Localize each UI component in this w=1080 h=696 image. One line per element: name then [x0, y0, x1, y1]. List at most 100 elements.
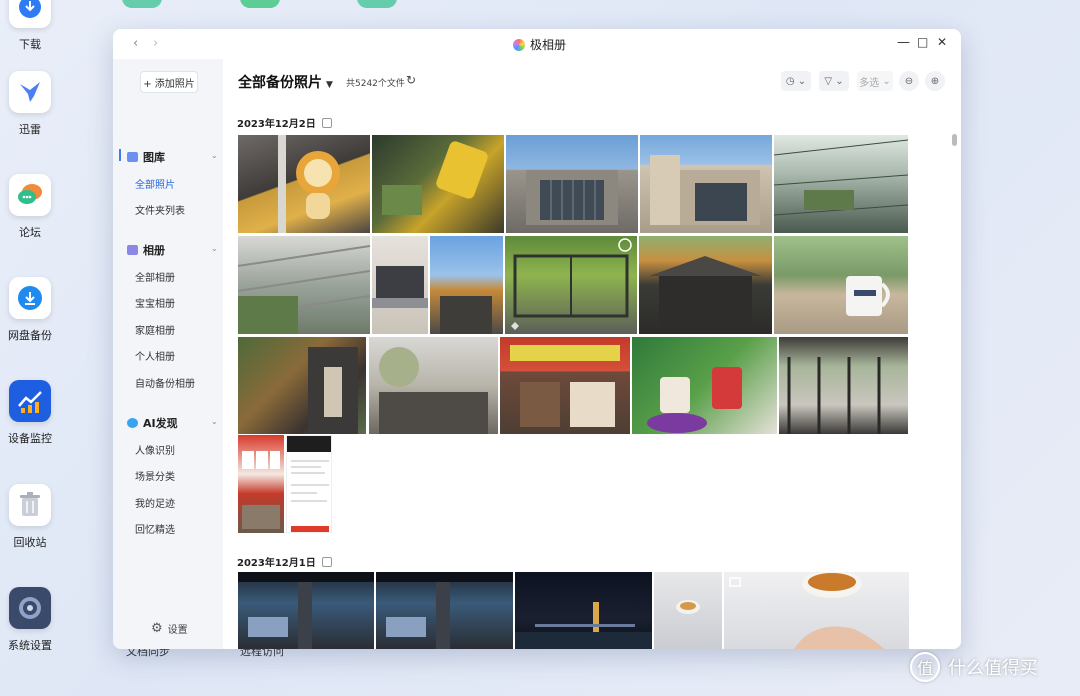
section-title: 图库: [143, 151, 165, 164]
photo-thumbnail[interactable]: [238, 572, 374, 649]
photo-thumbnail[interactable]: [376, 572, 513, 649]
sidebar-item-baby-album[interactable]: 宝宝相册: [135, 295, 175, 310]
photo-thumbnail[interactable]: [238, 236, 370, 334]
sidebar-item-personal-album[interactable]: 个人相册: [135, 348, 175, 363]
forward-button[interactable]: ›: [153, 36, 158, 51]
main-content: 全部备份照片 ▼ 共5242个文件 ↻ ◷ ⌄ ▽ ⌄ 多选 ⌄ ⊖ ⊕ 2023…: [223, 59, 961, 649]
sort-button[interactable]: ◷ ⌄: [781, 71, 811, 91]
dock-app-cloud-backup[interactable]: 网盘备份: [0, 277, 60, 343]
section-title: AI发现: [143, 417, 178, 430]
date-group-header: 2023年12月2日: [237, 115, 332, 130]
filter-button[interactable]: ▽ ⌄: [819, 71, 849, 91]
date-label: 2023年12月1日: [237, 558, 316, 569]
sort-time-icon: ◷ ⌄: [785, 75, 807, 87]
dock-app-system-settings[interactable]: 系统设置: [0, 587, 60, 653]
album-icon: [127, 245, 138, 255]
caret-down-icon: ▼: [326, 80, 333, 90]
watermark-text: 什么值得买: [948, 658, 1038, 679]
dock-label: 迅雷: [19, 123, 41, 136]
photo-thumbnail[interactable]: [654, 572, 722, 649]
photo-thumbnail[interactable]: [238, 135, 370, 233]
date-label: 2023年12月2日: [237, 119, 316, 130]
desktop-dock: 下载 迅雷 论坛 网盘备份 设备监控 回收站 系统设置: [0, 0, 397, 696]
chevron-down-icon[interactable]: ⌄: [211, 244, 218, 253]
dock-label: 下载: [19, 38, 41, 51]
site-watermark: 值 什么值得买: [910, 652, 1038, 682]
sidebar-item-all-photos[interactable]: 全部照片: [135, 176, 175, 191]
photo-thumbnail[interactable]: [505, 236, 637, 334]
sidebar-item-folder-list[interactable]: 文件夹列表: [135, 202, 185, 217]
ai-discover-icon: [127, 418, 138, 428]
dock-app-download[interactable]: 下载: [0, 0, 60, 52]
photo-thumbnail[interactable]: [774, 236, 908, 334]
dock-app-forum[interactable]: 论坛: [0, 174, 60, 240]
section-title: 相册: [143, 244, 165, 257]
sidebar-item-all-albums[interactable]: 全部相册: [135, 269, 175, 284]
settings-label: 设置: [167, 625, 188, 636]
sidebar-item-auto-backup-album[interactable]: 自动备份相册: [135, 375, 195, 390]
photo-thumbnail[interactable]: [372, 236, 428, 334]
system-settings-icon: [9, 587, 51, 629]
thunder-bird-icon: [9, 71, 51, 113]
back-button[interactable]: ‹: [133, 36, 138, 51]
refresh-icon[interactable]: ↻: [406, 73, 416, 87]
top-app-peek-icon: [240, 0, 280, 8]
dock-label: 回收站: [13, 536, 47, 549]
photo-thumbnail[interactable]: [779, 337, 908, 434]
photo-thumbnail[interactable]: [515, 572, 652, 649]
chevron-down-icon[interactable]: ⌄: [211, 151, 218, 160]
photo-thumbnail[interactable]: [286, 435, 332, 533]
zoom-out-icon: ⊖: [904, 75, 914, 87]
dock-app-device-monitor[interactable]: 设备监控: [0, 380, 60, 446]
photo-thumbnail[interactable]: [724, 572, 909, 649]
sidebar-section-ai-discover[interactable]: AI发现: [127, 415, 178, 431]
sidebar-section-albums[interactable]: 相册: [127, 242, 165, 258]
cloud-backup-icon: [9, 277, 51, 319]
select-date-checkbox[interactable]: [321, 117, 332, 128]
recycle-bin-icon: [9, 484, 51, 526]
file-count: 共5242个文件: [346, 79, 405, 89]
multi-select-button[interactable]: 多选 ⌄: [857, 71, 893, 91]
device-monitor-icon: [9, 380, 51, 422]
maximize-button[interactable]: □: [917, 35, 928, 49]
chevron-down-icon[interactable]: ⌄: [211, 417, 218, 426]
dock-label: 网盘备份: [8, 329, 52, 342]
photo-thumbnail[interactable]: [372, 135, 504, 233]
add-photo-button[interactable]: + 添加照片: [140, 71, 198, 93]
filter-icon: ▽ ⌄: [824, 75, 844, 87]
photo-thumbnail[interactable]: [369, 337, 498, 434]
sidebar-section-gallery[interactable]: 图库: [127, 149, 165, 165]
photo-thumbnail[interactable]: [430, 236, 503, 334]
photo-thumbnail[interactable]: [238, 337, 366, 434]
photo-thumbnail[interactable]: [639, 236, 772, 334]
top-app-peek-icon: [357, 0, 397, 8]
sidebar-item-scene-classification[interactable]: 场景分类: [135, 468, 175, 483]
photo-thumbnail[interactable]: [640, 135, 772, 233]
close-button[interactable]: ✕: [937, 35, 947, 49]
window-title: 极相册: [513, 36, 566, 53]
window-title-text: 极相册: [530, 38, 567, 52]
zoom-in-button[interactable]: ⊕: [925, 71, 945, 91]
sidebar-item-memories[interactable]: 回忆精选: [135, 521, 175, 536]
date-group-header: 2023年12月1日: [237, 554, 332, 569]
sidebar: + 添加照片 图库 ⌄ 全部照片 文件夹列表 相册 ⌄ 全部相册 宝宝相册 家庭…: [113, 59, 223, 649]
page-title[interactable]: 全部备份照片 ▼: [238, 72, 333, 92]
photo-album-window: ‹ › 极相册 — □ ✕ + 添加照片 图库 ⌄ 全部照片 文件夹列表 相册 …: [113, 29, 961, 649]
photo-thumbnail[interactable]: [238, 435, 284, 533]
sidebar-item-face-recognition[interactable]: 人像识别: [135, 442, 175, 457]
photo-thumbnail[interactable]: [632, 337, 777, 434]
photo-thumbnail[interactable]: [774, 135, 908, 233]
select-date-checkbox[interactable]: [321, 556, 332, 567]
scrollbar-thumb[interactable]: [952, 134, 957, 146]
dock-app-recycle-bin[interactable]: 回收站: [0, 484, 60, 550]
settings-button[interactable]: ⚙ 设置: [151, 621, 188, 636]
dock-app-thunder[interactable]: 迅雷: [0, 71, 60, 137]
minimize-button[interactable]: —: [897, 35, 910, 50]
sidebar-item-family-album[interactable]: 家庭相册: [135, 322, 175, 337]
photo-thumbnail[interactable]: [506, 135, 638, 233]
page-title-text: 全部备份照片: [238, 75, 322, 91]
sidebar-item-my-footprints[interactable]: 我的足迹: [135, 495, 175, 510]
photo-thumbnail[interactable]: [500, 337, 630, 434]
zoom-out-button[interactable]: ⊖: [899, 71, 919, 91]
dock-label: 设备监控: [8, 432, 52, 445]
